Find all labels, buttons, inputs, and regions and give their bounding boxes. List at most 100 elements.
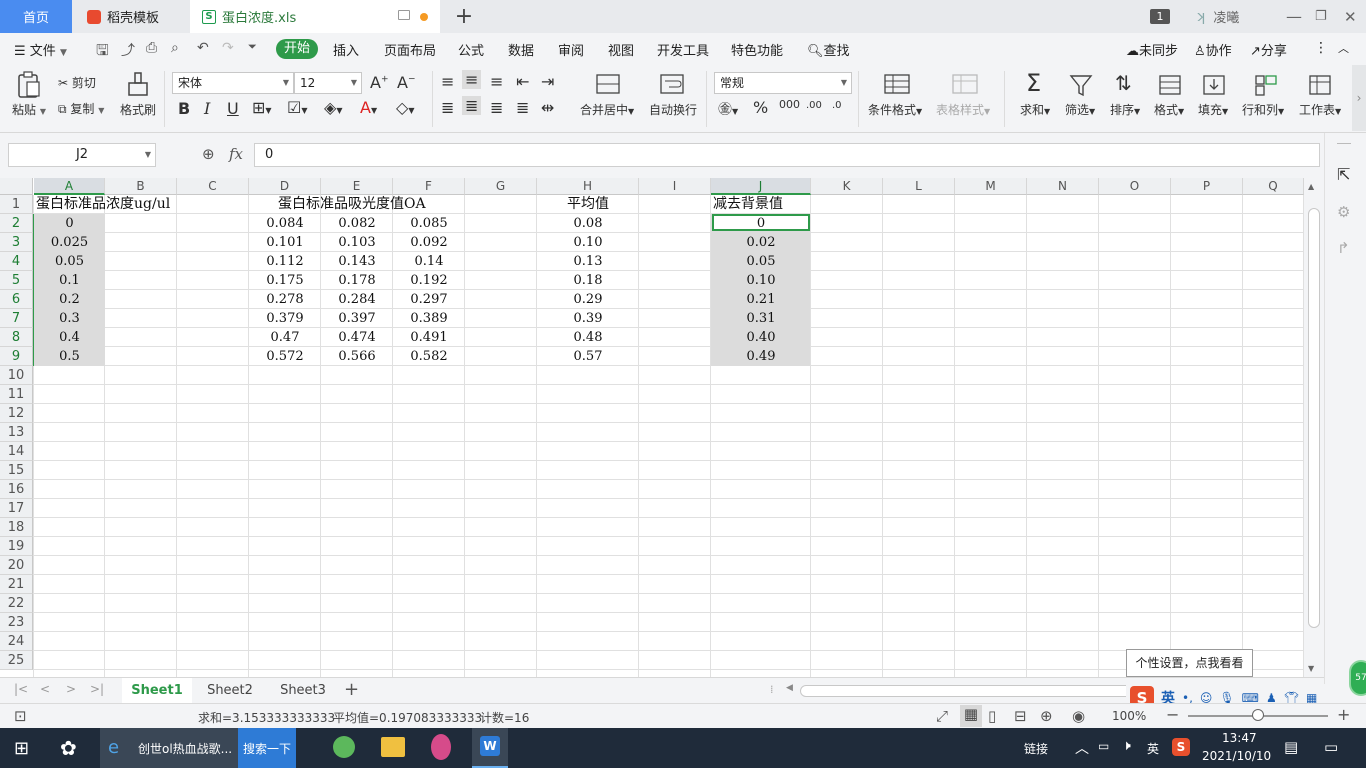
sort-icon[interactable]: ⇅ xyxy=(1115,71,1132,95)
zoom-slider-thumb[interactable] xyxy=(1252,709,1264,721)
fill-button[interactable]: 填充▼ xyxy=(1198,101,1228,118)
share-panel-icon[interactable]: ↱ xyxy=(1337,239,1350,257)
row-header-18[interactable]: 18 xyxy=(0,518,33,537)
row-header-10[interactable]: 10 xyxy=(0,366,33,385)
cell-h2[interactable]: 0.08 xyxy=(537,214,639,233)
row-header-3[interactable]: 3 xyxy=(0,233,33,252)
increase-indent-icon[interactable]: ⇥ xyxy=(541,72,554,91)
cell-j5[interactable]: 0.10 xyxy=(711,271,811,290)
filter-button[interactable]: 筛选▼ xyxy=(1065,101,1095,118)
save-icon[interactable]: 🖫 xyxy=(96,40,109,65)
tab-daoke-template[interactable]: 稻壳模板 xyxy=(73,0,189,33)
column-header-c[interactable]: C xyxy=(177,178,249,195)
cell-d5[interactable]: 0.175 xyxy=(249,271,321,290)
font-color-icon[interactable]: A▼ xyxy=(360,98,377,117)
format-icon[interactable] xyxy=(1158,73,1182,97)
function-icon[interactable]: fx xyxy=(229,145,243,163)
network-icon[interactable]: ▭ xyxy=(1098,739,1109,753)
last-sheet-icon[interactable]: >| xyxy=(90,682,104,696)
cell-j2[interactable]: 0 xyxy=(711,214,811,233)
cell-a1[interactable]: 蛋白标准品浓度ug/ul xyxy=(36,195,170,214)
row-col-icon[interactable] xyxy=(1254,73,1278,97)
cell-d6[interactable]: 0.278 xyxy=(249,290,321,309)
row-header-16[interactable]: 16 xyxy=(0,480,33,499)
tab-view[interactable]: 视图 xyxy=(608,40,634,59)
print-preview-icon[interactable]: ⌕ xyxy=(171,40,179,56)
fill-color-icon[interactable]: ◈▼ xyxy=(324,98,342,117)
row-header-19[interactable]: 19 xyxy=(0,537,33,556)
cell-a4[interactable]: 0.05 xyxy=(34,252,105,271)
justify-icon[interactable]: ≣ xyxy=(516,98,529,117)
prev-sheet-icon[interactable]: < xyxy=(40,682,50,696)
sogou-tray-icon[interactable]: S xyxy=(1172,738,1190,756)
cell-j1[interactable]: 减去背景值 xyxy=(713,195,783,214)
column-header-e[interactable]: E xyxy=(321,178,393,195)
cell-e8[interactable]: 0.474 xyxy=(321,328,393,347)
cell-f6[interactable]: 0.297 xyxy=(393,290,465,309)
increase-font-icon[interactable]: A+ xyxy=(370,73,389,92)
cell-j4[interactable]: 0.05 xyxy=(711,252,811,271)
tab-start[interactable]: 开始 xyxy=(276,39,318,59)
minimize-button[interactable]: — xyxy=(1286,0,1302,33)
align-bottom-icon[interactable]: ≡ xyxy=(490,72,503,91)
decrease-indent-icon[interactable]: ⇤ xyxy=(516,72,529,91)
cell-h8[interactable]: 0.48 xyxy=(537,328,639,347)
cell-a7[interactable]: 0.3 xyxy=(34,309,105,328)
cursor-select-icon[interactable]: ⇱ xyxy=(1337,165,1350,184)
cell-d4[interactable]: 0.112 xyxy=(249,252,321,271)
taskbar-wps-item[interactable]: W xyxy=(472,728,508,768)
select-all-corner[interactable] xyxy=(0,178,33,195)
cell-f4[interactable]: 0.14 xyxy=(393,252,465,271)
cell-e9[interactable]: 0.566 xyxy=(321,347,393,366)
print-icon[interactable]: ⎙ xyxy=(146,40,157,56)
cell-a6[interactable]: 0.2 xyxy=(34,290,105,309)
row-header-15[interactable]: 15 xyxy=(0,461,33,480)
copy-button[interactable]: ⧉ 复制 ▼ xyxy=(58,100,104,117)
notification-icon[interactable]: ▭ xyxy=(1324,738,1338,756)
cell-h4[interactable]: 0.13 xyxy=(537,252,639,271)
tab-developer[interactable]: 开发工具 xyxy=(657,40,709,59)
page-layout-view-icon[interactable]: ▯ xyxy=(988,707,996,725)
format-painter-button[interactable]: 格式刷 xyxy=(120,101,156,118)
taskbar-browser-item[interactable]: e 创世ol热血战歌... xyxy=(100,728,238,768)
taskbar-search-button[interactable]: 搜索一下 xyxy=(238,728,296,768)
column-header-a[interactable]: A xyxy=(34,178,105,195)
row-header-9[interactable]: 9 xyxy=(0,347,33,366)
merge-center-button[interactable]: 合并居中▼ xyxy=(580,101,634,118)
sync-status[interactable]: ☁未同步 xyxy=(1126,40,1178,59)
percent-icon[interactable]: % xyxy=(753,98,768,117)
row-header-20[interactable]: 20 xyxy=(0,556,33,575)
decrease-decimal-icon[interactable]: .0 xyxy=(832,100,842,111)
sheet-tab-sheet2[interactable]: Sheet2 xyxy=(196,678,264,703)
row-header-7[interactable]: 7 xyxy=(0,309,33,328)
add-sheet-icon[interactable]: + xyxy=(344,679,359,700)
sheet-tab-sheet1[interactable]: Sheet1 xyxy=(122,678,192,703)
border-icon[interactable]: ⊞▼ xyxy=(252,98,272,117)
distributed-icon[interactable]: ⇹ xyxy=(541,98,554,117)
undo-icon[interactable]: ↶ xyxy=(197,40,209,56)
cell-j3[interactable]: 0.02 xyxy=(711,233,811,252)
paste-button[interactable]: 粘贴 ▼ xyxy=(12,101,46,118)
cell-f7[interactable]: 0.389 xyxy=(393,309,465,328)
assistant-icon[interactable]: ✿ xyxy=(60,736,77,760)
align-right-icon[interactable]: ≣ xyxy=(490,98,503,117)
search-command[interactable]: 🔍︎查找 xyxy=(807,40,850,59)
cell-h3[interactable]: 0.10 xyxy=(537,233,639,252)
file-explorer-icon[interactable] xyxy=(381,737,405,757)
cell-j7[interactable]: 0.31 xyxy=(711,309,811,328)
cell-d8[interactable]: 0.47 xyxy=(249,328,321,347)
cut-button[interactable]: ✂ 剪切 xyxy=(58,74,96,91)
column-header-g[interactable]: G xyxy=(465,178,537,195)
macro-icon[interactable]: ⊡ xyxy=(14,707,27,725)
name-box[interactable]: J2 ▼ xyxy=(8,143,156,167)
cell-j8[interactable]: 0.40 xyxy=(711,328,811,347)
merge-center-icon[interactable] xyxy=(596,73,620,95)
status-average[interactable]: 平均值=0.197083333333 xyxy=(333,709,482,726)
column-header-k[interactable]: K xyxy=(811,178,883,195)
cell-a2[interactable]: 0 xyxy=(34,214,105,233)
column-header-h[interactable]: H xyxy=(537,178,639,195)
number-format-select[interactable]: 常规 ▼ xyxy=(714,72,852,94)
fill-icon[interactable] xyxy=(1202,73,1226,97)
cell-d2[interactable]: 0.084 xyxy=(249,214,321,233)
paste-icon[interactable] xyxy=(16,71,42,99)
